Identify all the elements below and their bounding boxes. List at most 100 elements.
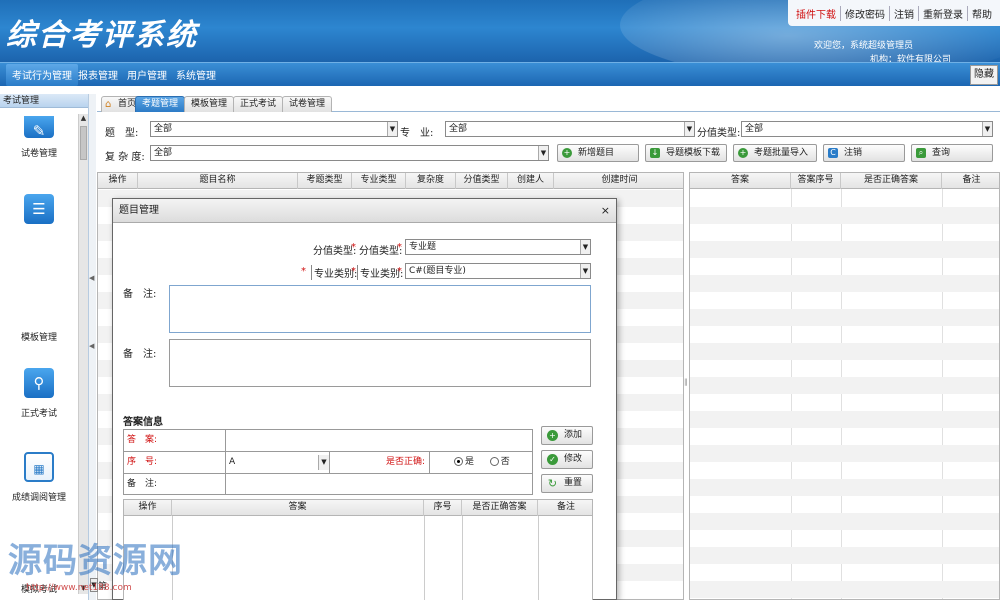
answer-grid: 答案 答案序号 是否正确答案 备注 — [689, 172, 1000, 600]
sidebar-item-grades[interactable]: ▦ 成绩调阅管理 — [0, 452, 78, 503]
col-is-correct[interactable]: 是否正确答案 — [841, 173, 942, 189]
col-score-type[interactable]: 分值类型 — [456, 173, 508, 189]
sidebar-item-template-label[interactable]: 模板管理 — [0, 330, 78, 343]
chevron-down-icon: ▼ — [684, 122, 694, 136]
sidebar-item-formal-exam[interactable]: ⚲ 正式考试 — [0, 368, 78, 419]
help-link[interactable]: 帮助 — [968, 6, 996, 21]
dialog-answer-grid-header: 操作 答案 序号 是否正确答案 备注 — [124, 500, 592, 516]
scroll-up-icon[interactable]: ▲ — [79, 114, 88, 124]
type-label: 题 型: — [105, 128, 139, 139]
download-template-button[interactable]: ↓ 导题模板下载 — [645, 144, 727, 162]
table-row — [690, 411, 999, 428]
col-is-correct[interactable]: 是否正确答案 — [462, 500, 538, 516]
col-major-type[interactable]: 专业类型 — [352, 173, 406, 189]
nav-users[interactable]: 用户管理 — [127, 67, 167, 82]
col-creator[interactable]: 创建人 — [508, 173, 554, 189]
chevron-down-icon: ▼ — [538, 146, 548, 160]
col-answer-seq[interactable]: 答案序号 — [791, 173, 841, 189]
sidebar-item-paper[interactable]: ✎ 试卷管理 — [0, 116, 78, 159]
change-password-link[interactable]: 修改密码 — [841, 5, 890, 21]
nav-report[interactable]: 报表管理 — [78, 67, 118, 82]
dialog-title-bar[interactable]: 题目管理 × — [113, 199, 616, 223]
col-question-type[interactable]: 考题类型 — [298, 173, 352, 189]
col-action[interactable]: 操作 — [98, 173, 138, 189]
col-complexity[interactable]: 复杂度 — [406, 173, 456, 189]
col-answer[interactable]: 答案 — [172, 500, 424, 516]
col-create-time[interactable]: 创建时间 — [554, 173, 683, 189]
col-remark[interactable]: 备注 — [942, 173, 999, 189]
col-seq[interactable]: 序号 — [424, 500, 462, 516]
app-title: 综合考评系统 — [6, 18, 198, 53]
tab-template-manage[interactable]: 模板管理 — [184, 96, 235, 112]
close-icon[interactable]: × — [601, 199, 610, 223]
hide-button[interactable]: 隐藏 — [970, 65, 998, 85]
question-content-textarea[interactable] — [169, 285, 591, 333]
tab-question-manage[interactable]: 考题管理 — [135, 96, 186, 112]
scroll-thumb[interactable] — [80, 126, 87, 160]
search-icon: ⌕ — [916, 148, 926, 158]
nav-exam-behavior[interactable]: 考试行为管理 — [6, 64, 78, 86]
table-row — [690, 581, 999, 598]
remark-textarea[interactable] — [169, 339, 591, 387]
major-select[interactable]: 全部 ▼ — [445, 121, 695, 137]
top-links: 插件下载 修改密码 注销 重新登录 帮助 — [788, 0, 1000, 26]
table-row — [690, 241, 999, 258]
logout-link[interactable]: 注销 — [890, 5, 919, 21]
table-row — [690, 309, 999, 326]
table-row — [690, 479, 999, 496]
is-correct-radios: 是 否 — [430, 452, 532, 473]
radio-yes[interactable] — [454, 457, 463, 466]
reset-answer-button[interactable]: ↻ 重置 — [541, 474, 593, 493]
sidebar: 考试管理 ✎ 试卷管理 ☰ 模板管理 ⚲ 正式考试 ▦ 成绩调阅管理 模拟考试 … — [0, 94, 89, 600]
sidebar-item-label: 试卷管理 — [20, 149, 57, 159]
nav-system[interactable]: 系统管理 — [176, 67, 216, 82]
col-answer[interactable]: 答案 — [690, 173, 791, 189]
complexity-select[interactable]: 全部 ▼ — [150, 145, 549, 161]
add-question-button[interactable]: + 新增题目 — [557, 144, 639, 162]
plus-icon: + — [562, 148, 572, 158]
note-input[interactable] — [226, 474, 532, 495]
edit-answer-button[interactable]: ✓ 修改 — [541, 450, 593, 469]
app-header: 综合考评系统 插件下载 修改密码 注销 重新登录 帮助 欢迎您，系统超级管理员 … — [0, 0, 1000, 62]
score-type-label-1: 分值类型: — [313, 246, 357, 257]
required-marker: * — [351, 242, 356, 253]
relogin-link[interactable]: 重新登录 — [919, 5, 968, 21]
search-panel: 题 型: 全部 ▼ 专 业: 全部 ▼ 分值类型: 全部 ▼ 复 杂 度: 全部 ▼ +… — [97, 113, 1000, 171]
batch-import-button[interactable]: + 考题批量导入 — [733, 144, 817, 162]
score-type-select[interactable]: 专业题 ▼ — [405, 239, 591, 255]
add-answer-button[interactable]: + 添加 — [541, 426, 593, 445]
answer-input[interactable] — [226, 430, 532, 451]
sequence-select[interactable]: A ▼ — [226, 452, 330, 473]
collapse-left-icon-2[interactable]: ◀ — [89, 342, 94, 350]
remark-label: 备 注: — [123, 289, 157, 300]
col-remark[interactable]: 备注 — [538, 500, 592, 516]
complexity-label: 复 杂 度: — [105, 152, 145, 163]
note-label: 备 注: — [124, 474, 226, 495]
pencil-icon: ✎ — [24, 116, 54, 140]
table-row — [690, 547, 999, 564]
chevron-down-icon: ▼ — [580, 240, 590, 254]
tab-formal-exam[interactable]: 正式考试 — [233, 96, 284, 112]
cancel-button[interactable]: C 注销 — [823, 144, 905, 162]
sidebar-item-template[interactable]: ☰ — [0, 194, 78, 232]
tab-paper-manage[interactable]: 试卷管理 — [282, 96, 333, 112]
sidebar-scrollbar[interactable]: ▲ ▼ — [78, 114, 88, 594]
major-label: 专 业: — [400, 128, 434, 139]
plugin-download-link[interactable]: 插件下载 — [792, 5, 841, 21]
sidebar-splitter[interactable]: ◀ ◀ — [89, 94, 96, 600]
radio-no[interactable] — [489, 457, 499, 466]
org-text: 机构：软件有限公司 — [870, 55, 952, 62]
major-category-select[interactable]: C#(题目专业) ▼ — [405, 263, 591, 279]
col-title[interactable]: 题目名称 — [138, 173, 298, 189]
table-row — [690, 445, 999, 462]
type-select[interactable]: 全部 ▼ — [150, 121, 398, 137]
score-type-select[interactable]: 全部 ▼ — [741, 121, 993, 137]
chevron-down-icon: ▼ — [387, 122, 397, 136]
col-action[interactable]: 操作 — [124, 500, 172, 516]
grade-icon: ▦ — [24, 452, 54, 482]
collapse-left-icon[interactable]: ◀ — [89, 274, 94, 282]
query-button[interactable]: ⌕ 查询 — [911, 144, 993, 162]
required-marker: * — [397, 266, 402, 277]
home-icon: ⌂ — [105, 99, 112, 110]
is-correct-label: 是否正确: — [330, 452, 430, 473]
